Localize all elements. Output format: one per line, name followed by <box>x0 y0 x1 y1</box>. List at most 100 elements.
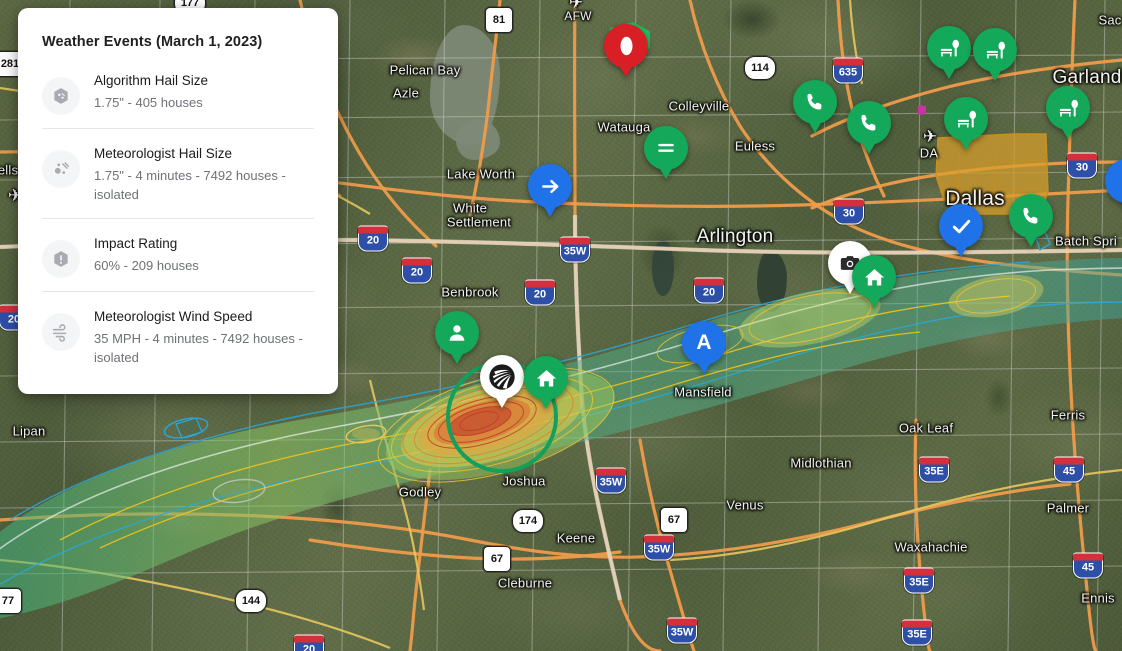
highway-shield-label: 30 <box>842 207 856 220</box>
highway-shield-interstate: 20 <box>294 634 324 651</box>
highway-shield-interstate: 35E <box>904 567 934 594</box>
weather-event-row[interactable]: Meteorologist Hail Size 1.75" - 4 minutes… <box>42 129 314 219</box>
highway-shield-interstate: 35E <box>902 619 932 646</box>
phone-icon <box>1009 194 1053 238</box>
weather-event-title: Meteorologist Wind Speed <box>94 308 253 324</box>
highway-shield-label: 35W <box>670 626 694 639</box>
edge-marker-right[interactable] <box>1105 159 1122 215</box>
contact-call-marker-1[interactable] <box>793 80 837 136</box>
weather-event-title: Impact Rating <box>94 235 178 251</box>
highway-shield-label: 635 <box>838 66 858 79</box>
highway-shield-label: 35W <box>647 543 671 556</box>
home-icon <box>524 356 568 400</box>
highway-shield-label: 67 <box>490 552 504 565</box>
highway-shield-label: 174 <box>518 514 538 527</box>
highway-shield-interstate: 30 <box>834 198 864 225</box>
home-marker-1[interactable] <box>852 255 896 311</box>
weather-event-row[interactable]: Meteorologist Wind Speed 35 MPH - 4 minut… <box>42 292 314 372</box>
phone-icon <box>793 80 837 124</box>
contact-call-marker-3[interactable] <box>1009 194 1053 250</box>
storm-report-marker[interactable] <box>604 24 648 80</box>
home-marker-2[interactable] <box>524 356 568 412</box>
highway-shield-state: 144 <box>235 589 267 613</box>
highway-shield-label: 77 <box>1 594 15 607</box>
route-direction-marker[interactable] <box>528 164 572 220</box>
highway-shield-label: 281 <box>0 57 20 70</box>
property-marker-3[interactable] <box>944 97 988 153</box>
weather-event-detail: 35 MPH - 4 minutes - 7492 houses - isola… <box>94 331 303 365</box>
highway-shield-label: 35W <box>563 245 587 258</box>
highway-shield-label: 67 <box>667 513 681 526</box>
hail-particles-icon <box>42 150 80 188</box>
weather-event-detail: 1.75" - 4 minutes - 7492 houses - isolat… <box>94 168 286 203</box>
property-icon <box>927 26 971 70</box>
highway-shield-interstate: 35W <box>596 467 626 494</box>
highway-shield-interstate: 20 <box>402 257 432 284</box>
property-icon <box>973 28 1017 72</box>
magenta-parcel-marker[interactable] <box>918 105 926 115</box>
property-marker-2[interactable] <box>973 28 1017 84</box>
weather-event-title: Meteorologist Hail Size <box>94 146 233 161</box>
highway-shield-label: 81 <box>492 13 506 26</box>
marker-letter-label: A <box>696 331 712 354</box>
property-marker-4[interactable] <box>1046 86 1090 142</box>
contact-call-marker-2[interactable] <box>847 101 891 157</box>
highway-shield-interstate: 20 <box>694 277 724 304</box>
highway-shield-interstate: 35W <box>644 534 674 561</box>
completed-marker[interactable] <box>939 204 983 260</box>
lead-person-marker[interactable] <box>435 311 479 367</box>
highway-shield-label: 35E <box>907 628 927 641</box>
home-icon <box>852 255 896 299</box>
meeting-icon <box>644 126 688 170</box>
blank-icon <box>1105 159 1122 203</box>
highway-shield-interstate: 35E <box>919 456 949 483</box>
highway-shield-interstate: 35W <box>560 236 590 263</box>
highway-shield-interstate: 35W <box>667 617 697 644</box>
highway-shield-interstate: 45 <box>1054 456 1084 483</box>
weather-event-row[interactable]: Algorithm Hail Size 1.75" - 405 houses <box>42 56 314 129</box>
phone-icon <box>847 101 891 145</box>
highway-shield-us: 67 <box>483 546 511 572</box>
highway-shield-label: 114 <box>751 61 769 74</box>
meeting-marker[interactable] <box>644 126 688 182</box>
weather-event-row[interactable]: Impact Rating 60% - 209 houses <box>42 219 314 292</box>
weather-event-detail: 1.75" - 405 houses <box>94 95 203 111</box>
weather-event-list: Algorithm Hail Size 1.75" - 405 houses Met… <box>42 56 314 372</box>
highway-shield-state: 174 <box>512 509 544 533</box>
highway-shield-label: 35E <box>924 465 944 478</box>
appointment-marker[interactable]: A <box>682 321 726 377</box>
highway-shield-label: 20 <box>366 234 380 247</box>
highway-shield-label: 20 <box>302 643 316 651</box>
highway-shield-us: 67 <box>660 507 688 533</box>
oval-icon <box>604 24 648 68</box>
highway-shield-label: 45 <box>1081 561 1095 574</box>
storm-center-marker[interactable] <box>480 355 524 411</box>
highway-shield-us: 77 <box>0 588 22 614</box>
property-marker-1[interactable] <box>927 26 971 82</box>
highway-shield-label: 20 <box>702 286 716 299</box>
highway-shield-label: 20 <box>533 288 547 301</box>
weather-event-detail: 60% - 209 houses <box>94 258 199 274</box>
weather-event-text: Meteorologist Hail Size 1.75" - 4 minutes… <box>94 143 314 205</box>
highway-shield-interstate: 20 <box>358 225 388 252</box>
highway-shield-label: 20 <box>410 266 424 279</box>
hail-hexagon-icon <box>42 77 80 115</box>
wind-speed-icon <box>42 312 80 351</box>
storm-logo-icon <box>480 355 524 399</box>
weather-event-text: Algorithm Hail Size 1.75" - 405 houses <box>94 70 314 113</box>
impact-alert-hexagon-icon <box>42 239 80 278</box>
weather-events-panel[interactable]: Weather Events (March 1, 2023) Algorithm… <box>18 8 338 394</box>
weather-events-map-app: AFW Pelican Bay Azle Colleyville Watauga Eule… <box>0 0 1122 651</box>
highway-shield-interstate: 635 <box>833 57 863 84</box>
check-icon <box>939 204 983 248</box>
highway-shield-label: 35W <box>599 476 623 489</box>
weather-event-title: Algorithm Hail Size <box>94 73 209 88</box>
highway-shield-label: 45 <box>1062 465 1076 478</box>
letter-icon: A <box>682 321 726 365</box>
page-title: Weather Events (March 1, 2023) <box>42 34 263 50</box>
highway-shield-label: 30 <box>1075 161 1089 174</box>
property-icon <box>1046 86 1090 130</box>
weather-event-text: Impact Rating 60% - 209 houses <box>94 233 314 276</box>
person-icon <box>435 311 479 355</box>
highway-shield-label: 144 <box>241 594 261 607</box>
